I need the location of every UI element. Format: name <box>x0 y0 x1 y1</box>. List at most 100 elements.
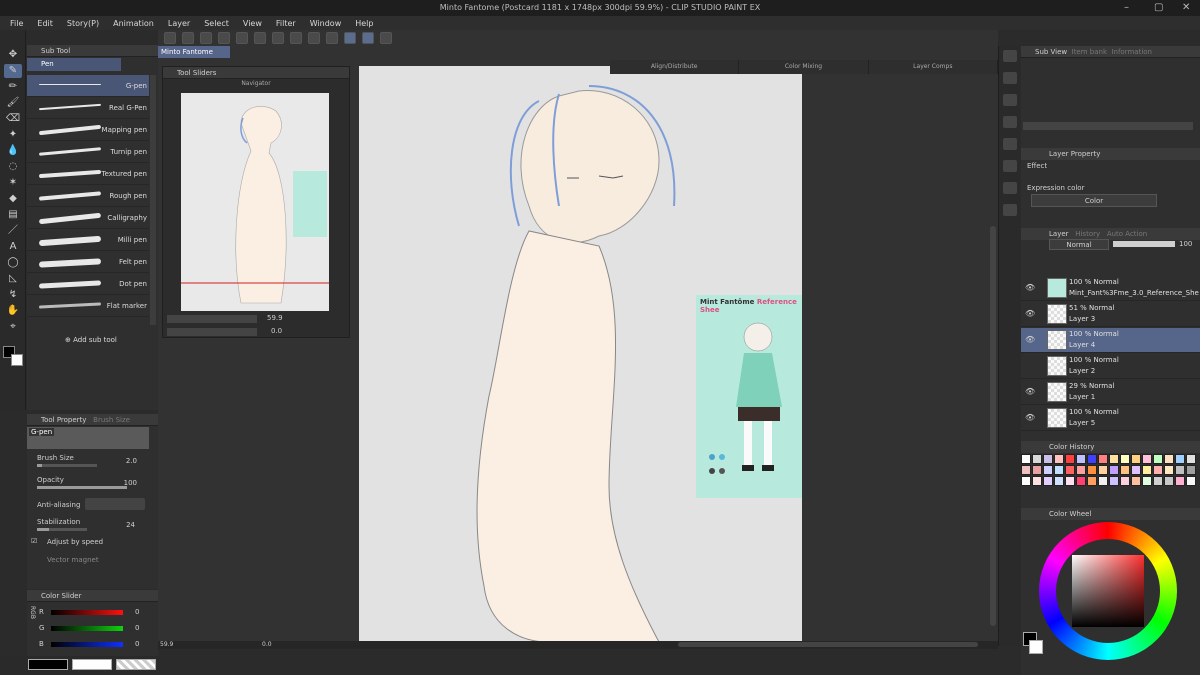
tab-color-mixing[interactable]: Color Mixing <box>739 60 869 74</box>
lasso-tool-icon[interactable]: ◌ <box>4 160 22 174</box>
layer-icon[interactable] <box>1003 116 1017 128</box>
layer-property-icon[interactable] <box>1003 94 1017 106</box>
search-icon[interactable] <box>1003 50 1017 62</box>
color-swatch[interactable] <box>1131 476 1141 486</box>
slider-b[interactable]: B 0 <box>39 638 157 652</box>
color-swatch[interactable] <box>1054 465 1064 475</box>
brush-item[interactable]: Mapping pen <box>27 119 149 141</box>
color-history-icon[interactable] <box>1003 138 1017 150</box>
color-swatch[interactable] <box>1087 476 1097 486</box>
blend-mode-select[interactable]: Normal <box>1049 239 1109 250</box>
color-swatch[interactable] <box>1175 465 1185 475</box>
tab-history[interactable]: History <box>1075 230 1100 238</box>
tab-sub-view[interactable]: Sub View <box>1035 48 1067 56</box>
slider-r[interactable]: R 0 <box>39 606 157 620</box>
color-swatch[interactable] <box>1175 454 1185 464</box>
menu-layer[interactable]: Layer <box>168 19 190 28</box>
menu-help[interactable]: Help <box>355 19 373 28</box>
color-swatch[interactable] <box>1186 465 1196 475</box>
text-tool-icon[interactable]: A <box>4 240 22 254</box>
menu-select[interactable]: Select <box>204 19 229 28</box>
color-swatch[interactable] <box>1109 476 1119 486</box>
color-swatch[interactable] <box>1087 465 1097 475</box>
color-swatch[interactable] <box>1153 454 1163 464</box>
color-swatch[interactable] <box>1186 454 1196 464</box>
adjust-by-speed-row[interactable]: ☑ Adjust by speed <box>27 534 149 552</box>
tab-information[interactable]: Information <box>1111 48 1152 56</box>
color-swatch[interactable] <box>1098 476 1108 486</box>
color-swatch[interactable] <box>1076 476 1086 486</box>
navigator-preview[interactable] <box>181 93 329 311</box>
color-swatch[interactable] <box>1109 465 1119 475</box>
deselect-icon[interactable] <box>326 32 338 44</box>
brush-item[interactable]: Textured pen <box>27 163 149 185</box>
color-swatch[interactable] <box>1032 465 1042 475</box>
add-sub-tool-button[interactable]: ⊕ Add sub tool <box>65 336 117 344</box>
color-swatch[interactable] <box>1043 476 1053 486</box>
magic-wand-icon[interactable]: ✶ <box>4 176 22 190</box>
menu-view[interactable]: View <box>243 19 262 28</box>
color-swatch[interactable] <box>1032 454 1042 464</box>
tab-layer-comps[interactable]: Layer Comps <box>869 60 998 74</box>
menu-story[interactable]: Story(P) <box>67 19 99 28</box>
wheel-sub-color[interactable] <box>1029 640 1043 654</box>
correct-line-icon[interactable]: ↯ <box>4 288 22 302</box>
material-icon[interactable] <box>1003 182 1017 194</box>
redo-icon[interactable] <box>236 32 248 44</box>
layer-row[interactable]: 👁 29 % Normal Layer 1 <box>1021 380 1200 405</box>
layer-row[interactable]: 👁 51 % Normal Layer 3 <box>1021 302 1200 327</box>
blend-tool-icon[interactable]: 💧 <box>4 144 22 158</box>
layer-row[interactable]: 100 % Normal Layer 2 <box>1021 354 1200 379</box>
brush-item[interactable]: Rough pen <box>27 185 149 207</box>
tab-item-bank[interactable]: Item bank <box>1072 48 1107 56</box>
color-swatch[interactable] <box>1021 454 1031 464</box>
horizontal-scrollbar[interactable] <box>678 642 978 647</box>
color-swatch[interactable] <box>1043 454 1053 464</box>
move-tool-icon[interactable]: ✥ <box>4 48 22 62</box>
vertical-scrollbar[interactable] <box>990 226 996 626</box>
color-swatch[interactable] <box>1098 465 1108 475</box>
color-swatch[interactable] <box>1021 465 1031 475</box>
opacity-row[interactable]: Opacity 100 <box>27 474 149 492</box>
select-all-icon[interactable] <box>308 32 320 44</box>
expression-color-select[interactable]: Color <box>1031 194 1157 207</box>
ruler-tool-icon[interactable]: ◺ <box>4 272 22 286</box>
open-icon[interactable] <box>182 32 194 44</box>
color-swatch[interactable] <box>1120 454 1130 464</box>
tab-auto-action[interactable]: Auto Action <box>1107 230 1147 238</box>
color-swatch[interactable] <box>1142 454 1152 464</box>
pencil-tool-icon[interactable]: ✏ <box>4 80 22 94</box>
tab-align-distribute[interactable]: Align/Distribute <box>610 60 740 74</box>
color-swatch[interactable] <box>1175 476 1185 486</box>
sub-view-slider[interactable] <box>1023 122 1193 130</box>
menu-animation[interactable]: Animation <box>113 19 154 28</box>
sub-view-icon[interactable] <box>1003 72 1017 84</box>
anti-aliasing-row[interactable]: Anti-aliasing <box>27 496 149 514</box>
transparent-color-chip[interactable] <box>116 659 156 670</box>
menu-file[interactable]: File <box>10 19 23 28</box>
saturation-value-square[interactable] <box>1072 555 1144 627</box>
color-swatch[interactable] <box>1164 465 1174 475</box>
color-swatch[interactable] <box>1120 476 1130 486</box>
snap-special-ruler-icon[interactable] <box>362 32 374 44</box>
minimize-icon[interactable]: – <box>1124 2 1129 13</box>
vector-magnet-row[interactable]: Vector magnet <box>27 552 149 570</box>
color-swatch[interactable] <box>1120 465 1130 475</box>
brush-item[interactable]: Felt pen <box>27 251 149 273</box>
fill-tool-icon[interactable]: ◆ <box>4 192 22 206</box>
menu-window[interactable]: Window <box>310 19 342 28</box>
close-icon[interactable]: ✕ <box>1182 2 1190 13</box>
color-swatch[interactable] <box>1186 476 1196 486</box>
main-color-chip[interactable] <box>28 659 68 670</box>
color-swatch[interactable] <box>1131 454 1141 464</box>
layer-row[interactable]: 👁 100 % Normal Layer 4 <box>1021 328 1200 353</box>
color-swatch[interactable] <box>1054 454 1064 464</box>
sub-color-chip[interactable] <box>72 659 112 670</box>
hand-tool-icon[interactable]: ✋ <box>4 304 22 318</box>
save-icon[interactable] <box>200 32 212 44</box>
decoration-tool-icon[interactable]: ✦ <box>4 128 22 142</box>
fill-icon[interactable] <box>272 32 284 44</box>
color-swatch[interactable] <box>1109 454 1119 464</box>
layer-row[interactable]: 👁 100 % Normal Layer 5 <box>1021 406 1200 431</box>
color-swatch[interactable] <box>1164 476 1174 486</box>
